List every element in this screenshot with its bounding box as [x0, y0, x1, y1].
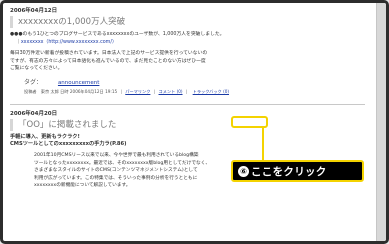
meta-prefix: 投稿者 東京 太郎 日時 2006年04月12日 19:15 [24, 88, 118, 94]
post-body-line: ですが、有志の方々によって日本語化も進んでいるので、まだ見たことのない方はぜひ一… [10, 58, 206, 64]
quote-link[interactable]: ｜xxxxxxxx（http://www.xxxxxxxx.com/） [16, 39, 365, 47]
tag-label: タグ： [24, 78, 43, 86]
post-body-line: ご覧になってください。 [10, 66, 63, 72]
post-date: 2006年04月12日 [10, 8, 58, 14]
sidebar-strip [376, 3, 386, 241]
quote-link-text[interactable]: xxxxxxxx（http://www.xxxxxxxx.com/） [21, 40, 117, 45]
post-divider [10, 103, 365, 105]
post-date: 2006年04月20日 [10, 110, 58, 117]
instruction-callout: ⑥ ここをクリック [231, 160, 364, 182]
post-intro: ●●●のもう1ひとつのブログサービスであるxxxxxxxxのユーザ数が、1,00… [10, 32, 225, 37]
callout-connector [262, 128, 264, 162]
screenshot-frame: 2006年04月12日 xxxxxxxxの1,000万人突破 ●●●のもう1ひと… [0, 0, 389, 244]
post-meta: 投稿者 東京 太郎 日時 2006年04月12日 19:15 | パーマリンク … [24, 88, 230, 94]
post-subhead: CMSツールとしてのxxxxxxxxxの手力ラ(P.86) [10, 141, 127, 148]
comments-link[interactable]: コメント (0) [159, 89, 183, 94]
trackback-link[interactable]: トラックバック (0) [193, 89, 229, 94]
permalink-link[interactable]: パーマリンク [125, 89, 150, 94]
post-body-line: 毎日30万件近い新着が投稿されています。日本法人で上記のサービス提供を行っていな… [10, 51, 208, 57]
article-line: 2001年10月CMSリース以来で以来、今や世界で最も利用されているblog構築 [34, 152, 199, 158]
callout-text: ここをクリック [251, 165, 327, 178]
article-line: xxxxxxxxの新機能について解説しています。 [34, 183, 131, 189]
step-number-badge: ⑥ [238, 165, 249, 177]
post-title[interactable]: xxxxxxxxの1,000万人突破 [10, 16, 365, 28]
post-title[interactable]: 「OO」に掲載されました [10, 118, 365, 131]
tag-link[interactable]: announcement [58, 80, 99, 86]
trackback-highlight [231, 116, 268, 128]
tag-row: タグ： announcement [24, 78, 365, 87]
